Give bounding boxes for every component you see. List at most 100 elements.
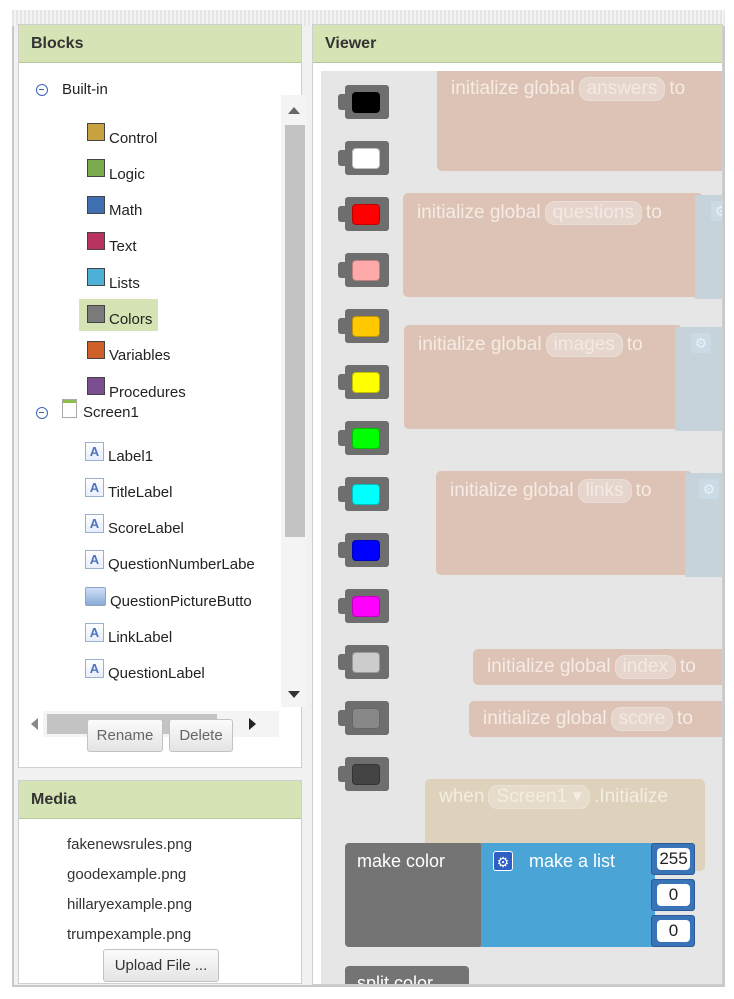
- blocks-panel-title: Blocks: [19, 25, 301, 63]
- color-block[interactable]: [338, 701, 389, 735]
- tree-item-logic[interactable]: Logic: [79, 153, 151, 185]
- component-item[interactable]: A QuestionLabel: [85, 653, 205, 685]
- delete-button[interactable]: Delete: [169, 719, 233, 752]
- component-item[interactable]: A TitleLabel: [85, 471, 172, 503]
- number-block-blue[interactable]: 0: [651, 915, 695, 947]
- component-item[interactable]: QuestionPictureButto: [85, 580, 252, 612]
- scroll-up-arrow-icon[interactable]: [288, 107, 300, 114]
- label-component-icon: A: [85, 550, 104, 570]
- component-item[interactable]: A QuestionNumberLabe: [85, 544, 255, 576]
- color-block[interactable]: [338, 589, 389, 623]
- color-block[interactable]: [338, 197, 389, 231]
- media-file-item[interactable]: fakenewsrules.png: [67, 836, 192, 853]
- media-file-item[interactable]: hillaryexample.png: [67, 896, 192, 913]
- tree-node-builtin[interactable]: Built-in: [36, 81, 108, 98]
- keyword: to: [645, 202, 662, 223]
- component-name: Screen1: [496, 786, 568, 807]
- component-label: Label1: [108, 447, 154, 465]
- component-label: ScoreLabel: [108, 520, 184, 538]
- number-value[interactable]: 255: [657, 848, 690, 870]
- blocks-workspace[interactable]: initialize global answers to initialize gl…: [321, 71, 722, 985]
- number-value[interactable]: 0: [657, 920, 690, 942]
- viewer-panel: Viewer initialize global answers to initia…: [312, 24, 723, 985]
- gear-icon[interactable]: ⚙: [493, 851, 513, 871]
- upload-file-button[interactable]: Upload File ...: [103, 949, 219, 982]
- keyword: to: [680, 656, 696, 677]
- rename-button[interactable]: Rename: [87, 719, 163, 752]
- make-a-list-block[interactable]: ⚙ make a list: [481, 843, 655, 947]
- keyword: to: [626, 334, 643, 355]
- keyword: initialize global: [451, 78, 575, 99]
- component-label: QuestionPictureButto: [110, 592, 252, 610]
- color-block[interactable]: [338, 533, 389, 567]
- event-name: .Initialize: [594, 786, 668, 807]
- color-swatch-icon: [87, 377, 105, 396]
- number-block-green[interactable]: 0: [651, 879, 695, 911]
- tree-node-screen1[interactable]: Screen1: [36, 399, 139, 422]
- component-item[interactable]: A LinkLabel: [85, 617, 172, 649]
- ghost-block-index[interactable]: initialize global index to: [473, 649, 722, 685]
- make-color-label: make color: [357, 851, 446, 871]
- tree-item-label: Lists: [109, 274, 140, 292]
- gear-icon: ⚙: [699, 479, 719, 499]
- vertical-scrollbar[interactable]: [281, 95, 307, 707]
- color-swatch-icon: [87, 231, 105, 250]
- component-dropdown[interactable]: Screen1 ▾: [488, 785, 591, 809]
- media-file-item[interactable]: goodexample.png: [67, 866, 186, 883]
- color-swatch-icon: [87, 304, 105, 323]
- color-block[interactable]: [338, 309, 389, 343]
- media-file-item[interactable]: trumpexample.png: [67, 926, 191, 943]
- color-block[interactable]: [338, 253, 389, 287]
- tree-item-text[interactable]: Text: [79, 226, 143, 258]
- color-block[interactable]: [338, 85, 389, 119]
- component-item[interactable]: A Label1: [85, 435, 153, 467]
- label-component-icon: A: [85, 623, 104, 642]
- blocks-tree: Built-in Control Logic Math Text Lists Colors…: [19, 65, 295, 710]
- label-component-icon: A: [85, 441, 104, 461]
- ghost-block-links[interactable]: initialize global links to: [436, 471, 692, 575]
- gear-icon: ⚙: [711, 201, 722, 221]
- collapse-icon[interactable]: [36, 406, 48, 419]
- tree-item-variables[interactable]: Variables: [79, 335, 176, 367]
- collapse-icon[interactable]: [36, 83, 48, 96]
- split-color-label: split color: [357, 973, 434, 985]
- component-item[interactable]: A ScoreLabel: [85, 508, 184, 540]
- number-block-red[interactable]: 255: [651, 843, 695, 875]
- split-color-block[interactable]: split color: [345, 966, 469, 985]
- ghost-block-questions[interactable]: initialize global questions to: [403, 193, 703, 297]
- color-swatch: [352, 204, 380, 225]
- color-swatch: [352, 148, 380, 169]
- tree-node-label: Screen1: [83, 404, 139, 421]
- tree-item-procedures[interactable]: Procedures: [79, 371, 192, 403]
- ghost-block-images[interactable]: initialize global images to: [404, 325, 682, 429]
- color-block[interactable]: [338, 365, 389, 399]
- color-block[interactable]: [338, 421, 389, 455]
- color-block[interactable]: [338, 141, 389, 175]
- tree-item-colors[interactable]: Colors: [79, 298, 159, 331]
- color-swatch-icon: [87, 159, 105, 178]
- make-color-block[interactable]: make color: [345, 843, 483, 947]
- keyword: initialize global: [418, 334, 542, 355]
- label-component-icon: A: [85, 659, 104, 679]
- scroll-down-arrow-icon[interactable]: [288, 691, 300, 698]
- tree-item-control[interactable]: Control: [79, 117, 163, 149]
- scroll-right-arrow-icon[interactable]: [249, 718, 256, 730]
- media-panel: Media fakenewsrules.png goodexample.png hi…: [18, 780, 302, 984]
- color-swatch: [352, 316, 380, 337]
- var-name: answers: [578, 77, 666, 101]
- number-value[interactable]: 0: [657, 884, 690, 906]
- ghost-block-score[interactable]: initialize global score to: [469, 701, 722, 737]
- vertical-scroll-thumb[interactable]: [285, 125, 305, 537]
- color-block[interactable]: [338, 477, 389, 511]
- color-swatch: [352, 652, 380, 673]
- tree-item-lists[interactable]: Lists: [79, 262, 146, 294]
- keyword: to: [635, 480, 652, 501]
- color-block[interactable]: [338, 645, 389, 679]
- color-swatch: [352, 260, 380, 281]
- tree-item-math[interactable]: Math: [79, 190, 148, 222]
- color-block[interactable]: [338, 757, 389, 791]
- scroll-left-arrow-icon[interactable]: [31, 718, 38, 730]
- label-component-icon: A: [85, 514, 104, 534]
- label-component-icon: A: [85, 477, 104, 497]
- ghost-block-answers[interactable]: initialize global answers to: [437, 71, 722, 171]
